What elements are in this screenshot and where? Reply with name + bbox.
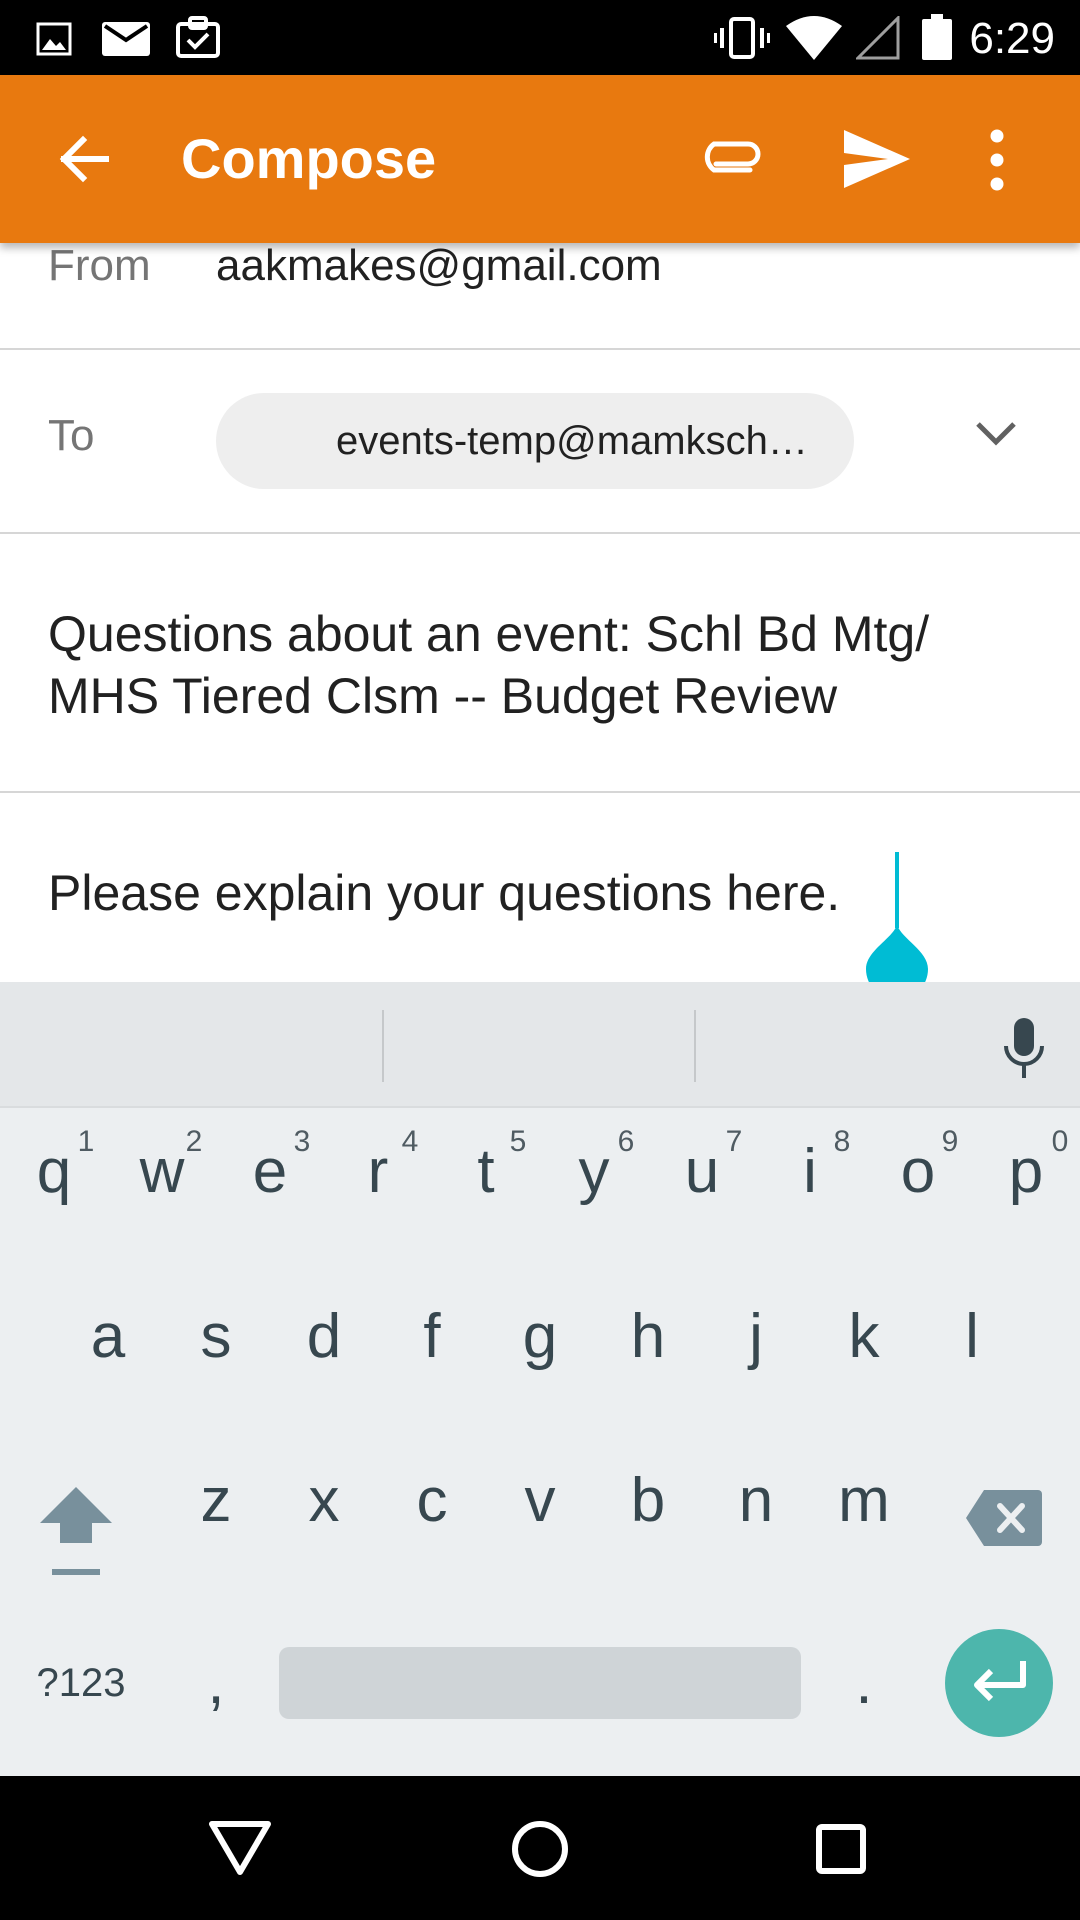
key-l[interactable]: l (918, 1262, 1026, 1412)
suggestion-strip (0, 982, 1080, 1108)
key-hint-4: 4 (401, 1125, 419, 1158)
divider-to (0, 532, 1080, 534)
recipient-chip[interactable]: events-temp@mamksch… (216, 393, 854, 489)
key-n[interactable]: n (702, 1426, 810, 1576)
subject-field[interactable]: Questions about an event: Schl Bd Mtg/ M… (48, 603, 1048, 727)
clipboard-check-icon (176, 16, 220, 58)
mail-icon (102, 22, 150, 56)
key-r[interactable]: r (324, 1097, 432, 1247)
expand-recipients-button[interactable] (974, 418, 1018, 453)
symbols-key[interactable]: ?123 (22, 1608, 140, 1758)
mic-icon (1004, 1018, 1044, 1078)
key-hint-8: 8 (833, 1125, 851, 1158)
wifi-icon (786, 16, 842, 60)
key-w[interactable]: w (108, 1097, 216, 1247)
page-title: Compose (181, 127, 437, 190)
key-x[interactable]: x (270, 1426, 378, 1576)
key-v[interactable]: v (486, 1426, 594, 1576)
vibrate-icon (714, 17, 770, 59)
back-triangle-icon[interactable] (208, 1820, 272, 1876)
key-hint-1: 1 (77, 1125, 95, 1158)
key-f[interactable]: f (378, 1262, 486, 1412)
from-label: From (48, 241, 151, 290)
text-cursor (895, 852, 899, 928)
battery-icon (922, 14, 952, 60)
signal-icon (856, 16, 900, 60)
backspace-icon (966, 1490, 1042, 1546)
divider-subject (0, 791, 1080, 793)
key-hint-2: 2 (185, 1125, 203, 1158)
key-d[interactable]: d (270, 1262, 378, 1412)
key-i[interactable]: i (756, 1097, 864, 1247)
key-hint-6: 6 (617, 1125, 635, 1158)
key-z[interactable]: z (162, 1426, 270, 1576)
key-hint-9: 9 (941, 1125, 959, 1158)
more-options-button[interactable] (985, 129, 1009, 191)
key-s[interactable]: s (162, 1262, 270, 1412)
body-field[interactable]: Please explain your questions here. (48, 862, 840, 924)
key-q[interactable]: q (0, 1097, 108, 1247)
status-bar: 6:29 (0, 0, 1080, 75)
key-e[interactable]: e (216, 1097, 324, 1247)
status-time: 6:29 (969, 14, 1055, 63)
shift-icon (40, 1487, 112, 1575)
key-h[interactable]: h (594, 1262, 702, 1412)
navigation-bar (0, 1776, 1080, 1920)
suggestion-divider (694, 1010, 696, 1082)
key-m[interactable]: m (810, 1426, 918, 1576)
back-button[interactable] (56, 132, 110, 186)
from-field[interactable]: aakmakes@gmail.com (216, 240, 662, 292)
period-key[interactable]: . (810, 1608, 918, 1758)
comma-key[interactable]: , (162, 1608, 270, 1758)
key-hint-7: 7 (725, 1125, 743, 1158)
key-k[interactable]: k (810, 1262, 918, 1412)
enter-key[interactable] (945, 1629, 1053, 1737)
paperclip-icon (704, 141, 761, 173)
space-bar[interactable] (279, 1647, 801, 1719)
chevron-down-icon (976, 422, 1016, 446)
key-t[interactable]: t (432, 1097, 540, 1247)
recents-square-icon[interactable] (816, 1824, 866, 1874)
key-hint-5: 5 (509, 1125, 527, 1158)
key-j[interactable]: j (702, 1262, 810, 1412)
home-circle-icon[interactable] (511, 1820, 569, 1878)
key-p[interactable]: p (972, 1097, 1080, 1247)
key-o[interactable]: o (864, 1097, 972, 1247)
image-icon (36, 22, 72, 56)
voice-input-button[interactable] (1002, 1018, 1046, 1085)
key-y[interactable]: y (540, 1097, 648, 1247)
send-icon (844, 130, 910, 188)
enter-icon (974, 1661, 1026, 1702)
back-arrow-icon (59, 135, 109, 183)
attach-button[interactable] (698, 134, 764, 174)
key-g[interactable]: g (486, 1262, 594, 1412)
key-hint-3: 3 (293, 1125, 311, 1158)
key-hint-0: 0 (1051, 1125, 1069, 1158)
send-button[interactable] (844, 130, 910, 188)
keyboard: q w e r t y u i o p 1 2 3 4 5 6 7 8 9 0 … (0, 982, 1080, 1776)
suggestion-divider (382, 1010, 384, 1082)
more-vert-icon (990, 129, 1004, 191)
key-u[interactable]: u (648, 1097, 756, 1247)
to-label: To (48, 411, 95, 460)
shift-key[interactable] (36, 1487, 116, 1582)
app-bar: Compose (0, 75, 1080, 243)
key-a[interactable]: a (54, 1262, 162, 1412)
key-b[interactable]: b (594, 1426, 702, 1576)
divider-from (0, 348, 1080, 350)
key-c[interactable]: c (378, 1426, 486, 1576)
backspace-key[interactable] (966, 1490, 1042, 1551)
